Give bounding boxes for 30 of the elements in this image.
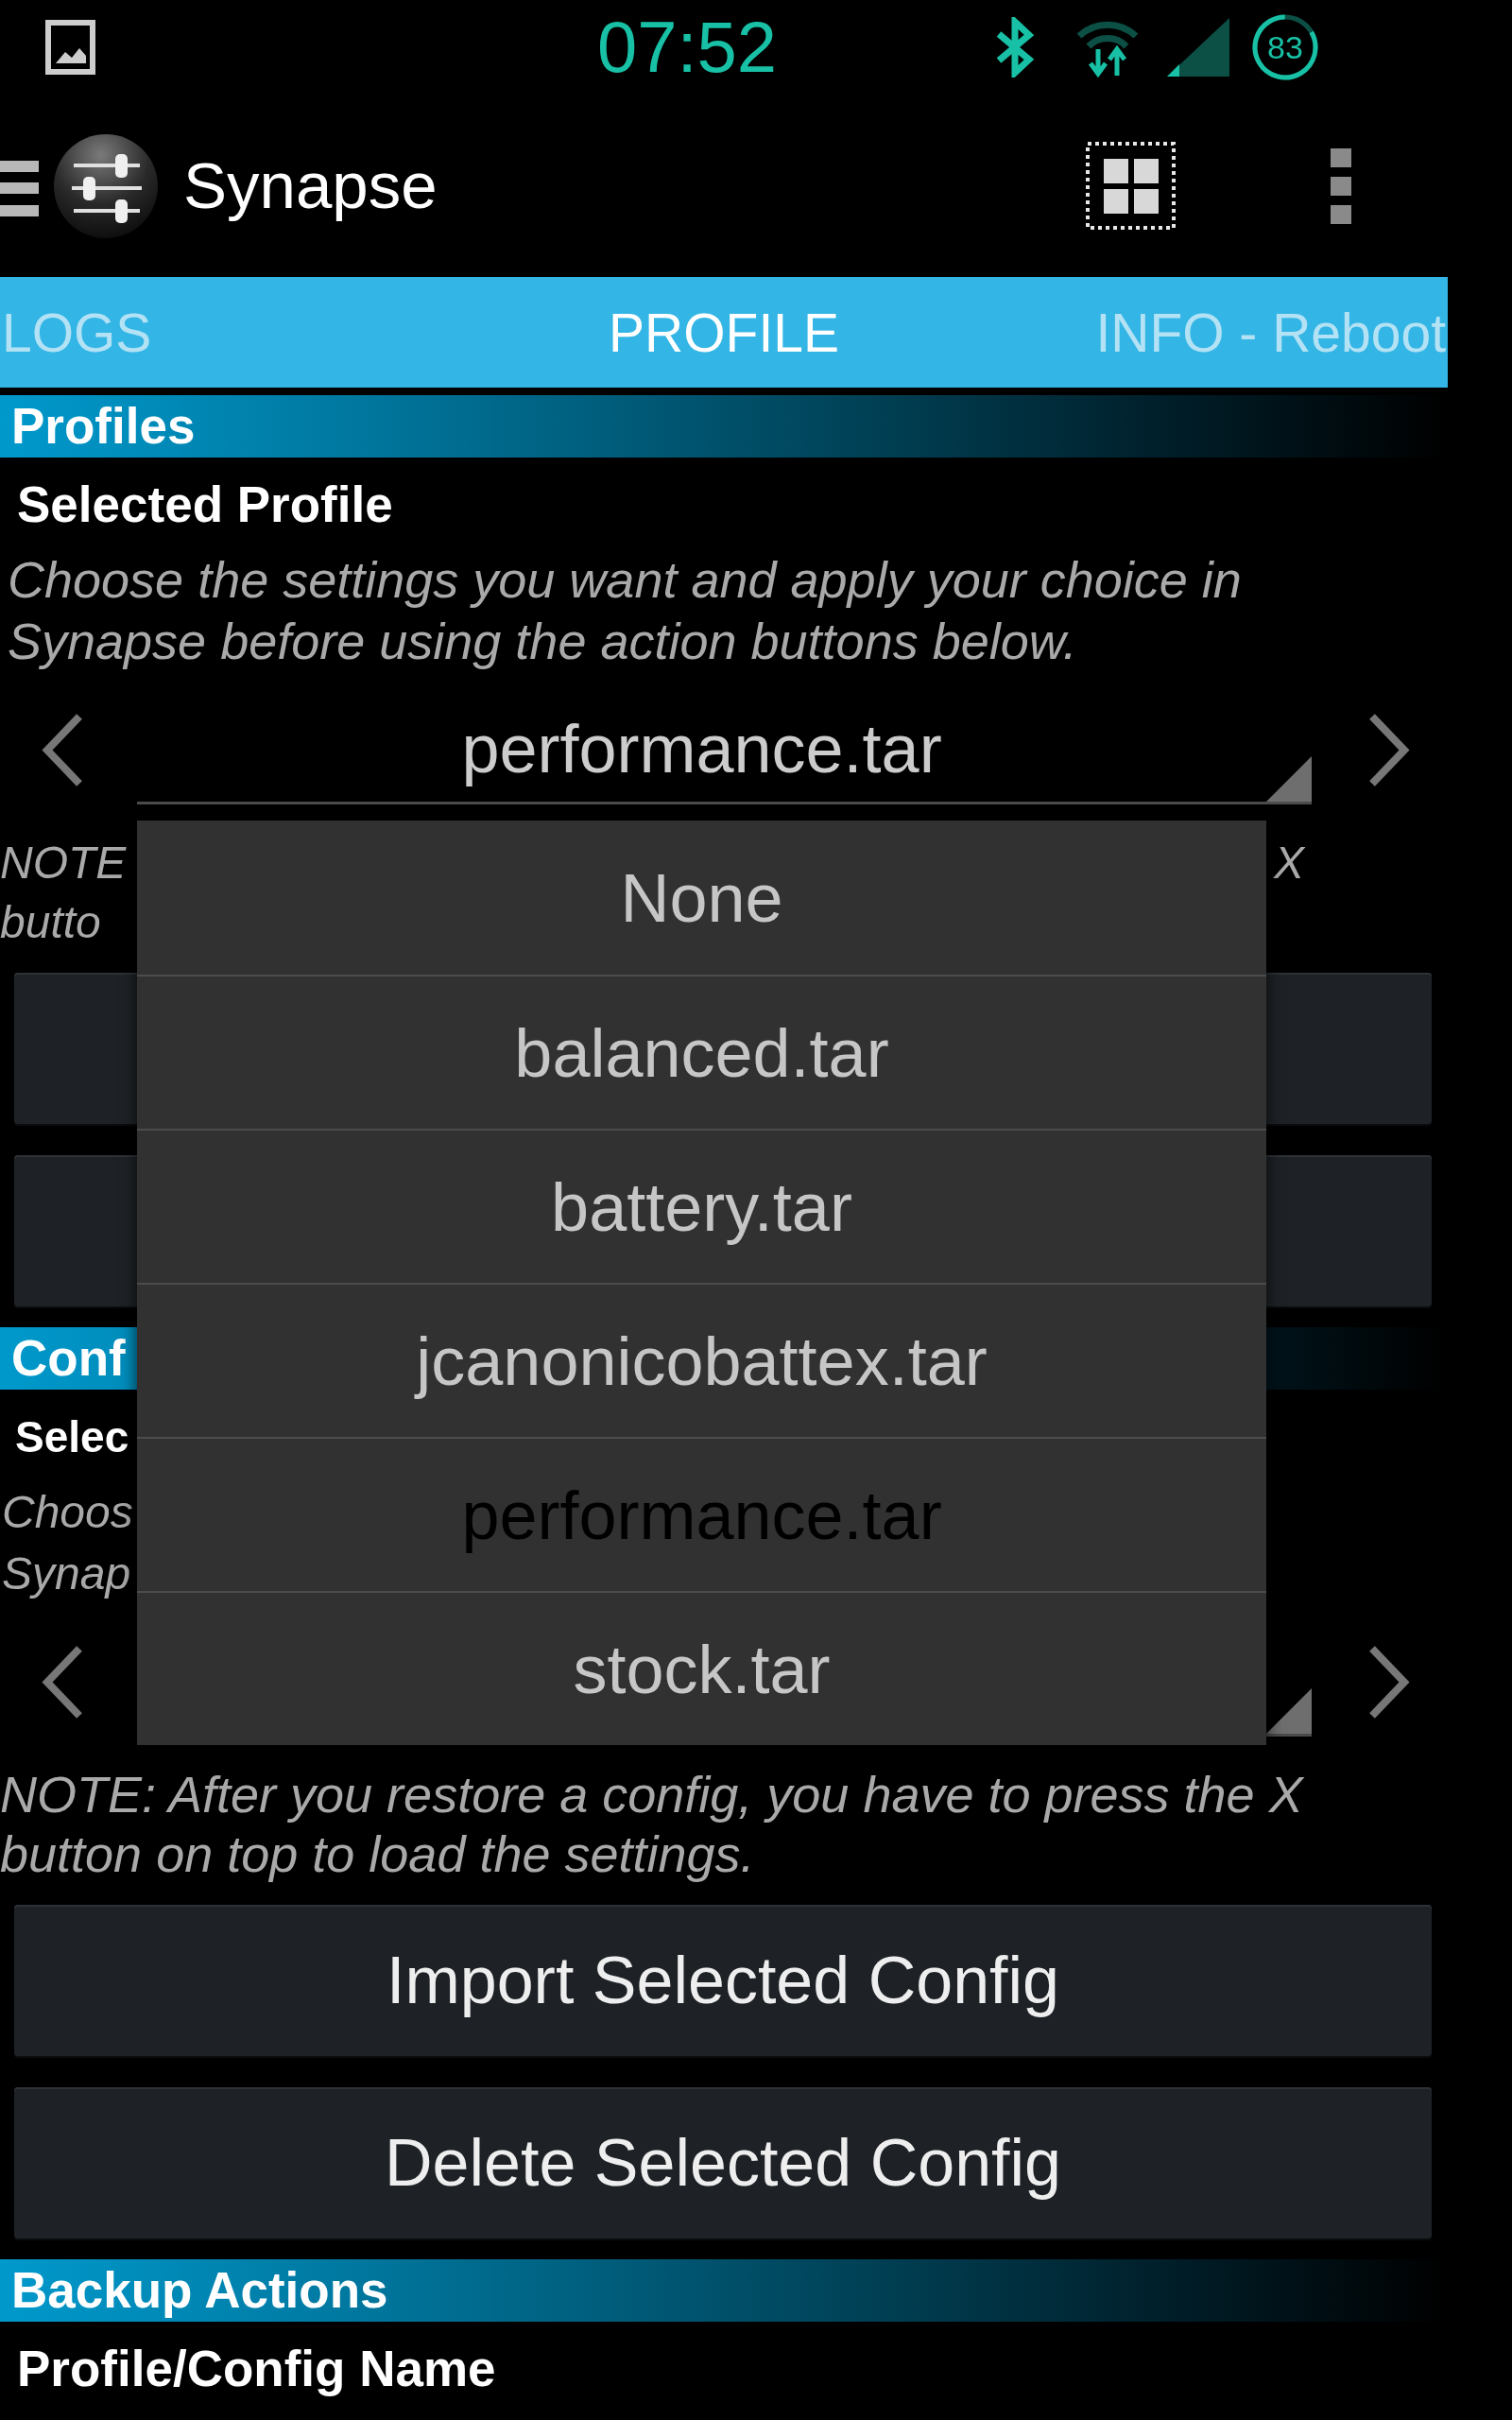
note-text: butto (0, 896, 101, 949)
app-title: Synapse (183, 147, 438, 224)
menu-icon[interactable] (0, 161, 39, 216)
note-text: X (1274, 837, 1304, 890)
action-button[interactable]: Delete Selected Config (14, 2087, 1432, 2238)
action-button[interactable]: Import Selected Config (14, 1905, 1432, 2056)
description-text: Synap (2, 1547, 131, 1600)
battery-icon (1251, 13, 1319, 81)
sliders-logo-icon (53, 132, 159, 239)
signal-icon (1167, 18, 1229, 77)
dropdown-option[interactable]: balanced.tar (137, 975, 1266, 1129)
dropdown-option[interactable]: battery.tar (137, 1129, 1266, 1283)
field-label: Profile/Config Name (17, 2340, 496, 2398)
dropdown-option[interactable]: jcanonicobattex.tar (137, 1283, 1266, 1437)
description-text: Choose the settings you want and apply your choice in Synapse before using the action buttons below. (8, 550, 1243, 671)
dropdown-option[interactable]: None (137, 821, 1266, 975)
overflow-menu-icon[interactable] (1331, 147, 1351, 224)
note-text: NOTE (0, 837, 127, 890)
dropdown-option[interactable]: stock.tar (137, 1591, 1266, 1745)
note-text: NOTE: After you restore a config, you have to press the X button on top to load the settings. (0, 1765, 1305, 1884)
field-label: Selec (15, 1411, 129, 1463)
description-text: Choos (2, 1486, 133, 1539)
dropdown-corner-icon (1266, 756, 1312, 802)
clock-text: 07:52 (595, 6, 779, 89)
dropdown-corner-icon (1266, 1688, 1312, 1734)
battery-percent-text: 83 (1267, 28, 1303, 66)
field-label: Selected Profile (17, 475, 393, 534)
grid-icon[interactable] (1085, 141, 1177, 231)
dropdown-field[interactable]: performance.tar (137, 695, 1312, 804)
image-icon (45, 20, 95, 75)
